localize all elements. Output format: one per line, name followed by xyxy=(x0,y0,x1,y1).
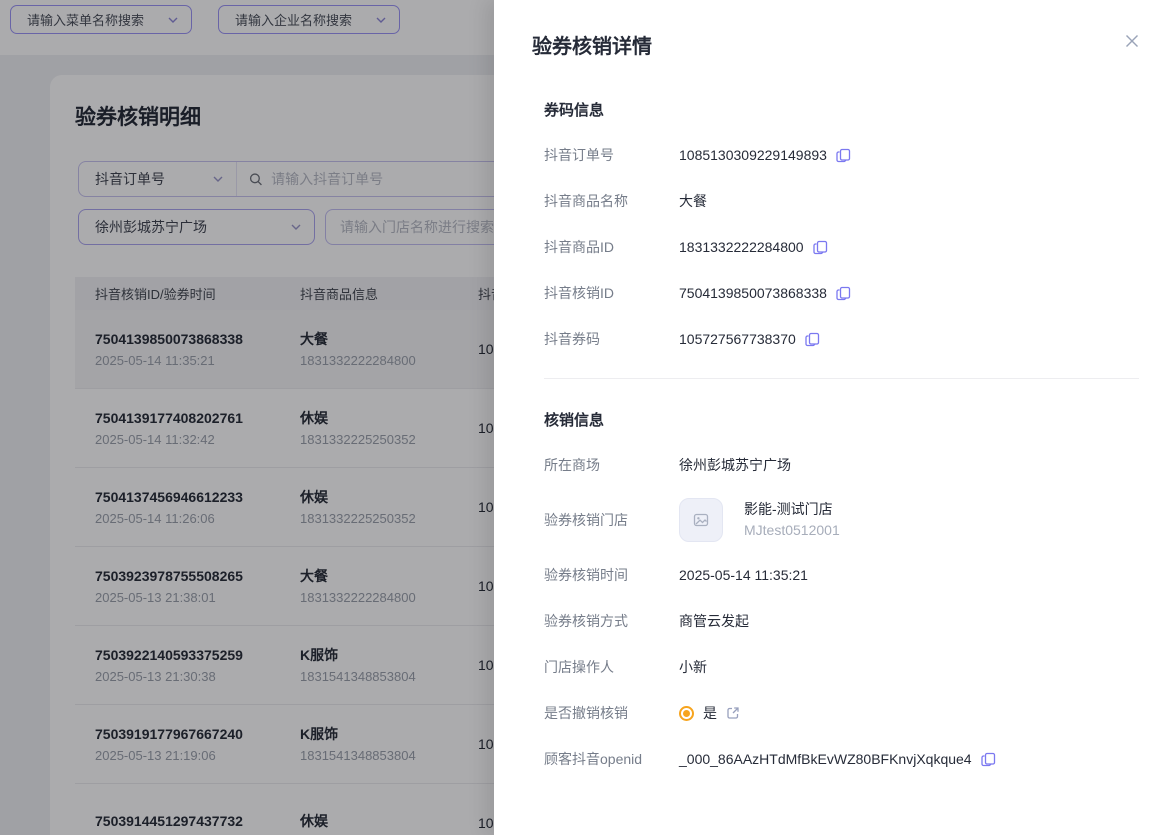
field-value: 小新 xyxy=(679,657,707,677)
store-image-placeholder xyxy=(679,498,723,542)
copy-icon[interactable] xyxy=(836,286,851,301)
field-product-name: 抖音商品名称 大餐 xyxy=(544,178,1139,224)
status-radio-icon xyxy=(679,706,694,721)
verification-info-fields: 所在商场 徐州彭城苏宁广场 验券核销门店 影能-测试门店 MJtest05120… xyxy=(544,442,1139,782)
copy-icon[interactable] xyxy=(981,752,996,767)
field-mall: 所在商场 徐州彭城苏宁广场 xyxy=(544,442,1139,488)
field-label: 验券核销时间 xyxy=(544,565,679,585)
store-name: 影能-测试门店 xyxy=(744,499,840,520)
field-coupon-code: 抖音券码 105727567738370 xyxy=(544,316,1139,362)
field-revoked: 是否撤销核销 是 xyxy=(544,690,1139,736)
coupon-info-fields: 抖音订单号 1085130309229149893 抖音商品名称 大餐 抖音商品… xyxy=(544,132,1139,362)
drawer-title: 验券核销详情 xyxy=(532,30,1139,59)
close-icon[interactable] xyxy=(1124,33,1140,49)
image-icon xyxy=(693,512,709,528)
field-value: 2025-05-14 11:35:21 xyxy=(679,567,808,583)
field-value: 商管云发起 xyxy=(679,611,749,631)
field-label: 顾客抖音openid xyxy=(544,749,679,769)
field-value: 徐州彭城苏宁广场 xyxy=(679,455,791,475)
field-value: 是 xyxy=(703,703,717,723)
section-divider xyxy=(544,378,1139,379)
copy-icon[interactable] xyxy=(836,148,851,163)
field-value: _000_86AAzHTdMfBkEvWZ80BFKnvjXqkque4 xyxy=(679,751,972,767)
field-openid: 顾客抖音openid _000_86AAzHTdMfBkEvWZ80BFKnvj… xyxy=(544,736,1139,782)
field-label: 抖音订单号 xyxy=(544,145,679,165)
section-heading-verification-info: 核销信息 xyxy=(544,409,1139,430)
field-store: 验券核销门店 影能-测试门店 MJtest0512001 xyxy=(544,488,1139,552)
field-label: 抖音商品ID xyxy=(544,237,679,257)
section-heading-coupon-info: 券码信息 xyxy=(544,99,1139,120)
external-link-icon[interactable] xyxy=(726,706,740,720)
verification-detail-drawer: 验券核销详情 券码信息 抖音订单号 1085130309229149893 抖音… xyxy=(494,0,1163,835)
copy-icon[interactable] xyxy=(805,332,820,347)
field-douyin-order-no: 抖音订单号 1085130309229149893 xyxy=(544,132,1139,178)
field-verify-id: 抖音核销ID 7504139850073868338 xyxy=(544,270,1139,316)
field-label: 门店操作人 xyxy=(544,657,679,677)
field-label: 验券核销方式 xyxy=(544,611,679,631)
drawer-body: 券码信息 抖音订单号 1085130309229149893 抖音商品名称 大餐… xyxy=(494,59,1163,782)
field-operator: 门店操作人 小新 xyxy=(544,644,1139,690)
field-label: 所在商场 xyxy=(544,455,679,475)
field-label: 抖音券码 xyxy=(544,329,679,349)
field-product-id: 抖音商品ID 1831332222284800 xyxy=(544,224,1139,270)
field-value: 1085130309229149893 xyxy=(679,147,827,163)
field-label: 验券核销门店 xyxy=(544,510,679,530)
copy-icon[interactable] xyxy=(813,240,828,255)
field-label: 是否撤销核销 xyxy=(544,703,679,723)
field-verify-time: 验券核销时间 2025-05-14 11:35:21 xyxy=(544,552,1139,598)
field-value: 7504139850073868338 xyxy=(679,285,827,301)
field-value: 105727567738370 xyxy=(679,331,796,347)
drawer-header: 验券核销详情 xyxy=(494,0,1163,59)
field-label: 抖音核销ID xyxy=(544,283,679,303)
field-label: 抖音商品名称 xyxy=(544,191,679,211)
field-value: 大餐 xyxy=(679,191,707,211)
field-value: 1831332222284800 xyxy=(679,239,804,255)
store-code: MJtest0512001 xyxy=(744,520,840,541)
field-verify-method: 验券核销方式 商管云发起 xyxy=(544,598,1139,644)
